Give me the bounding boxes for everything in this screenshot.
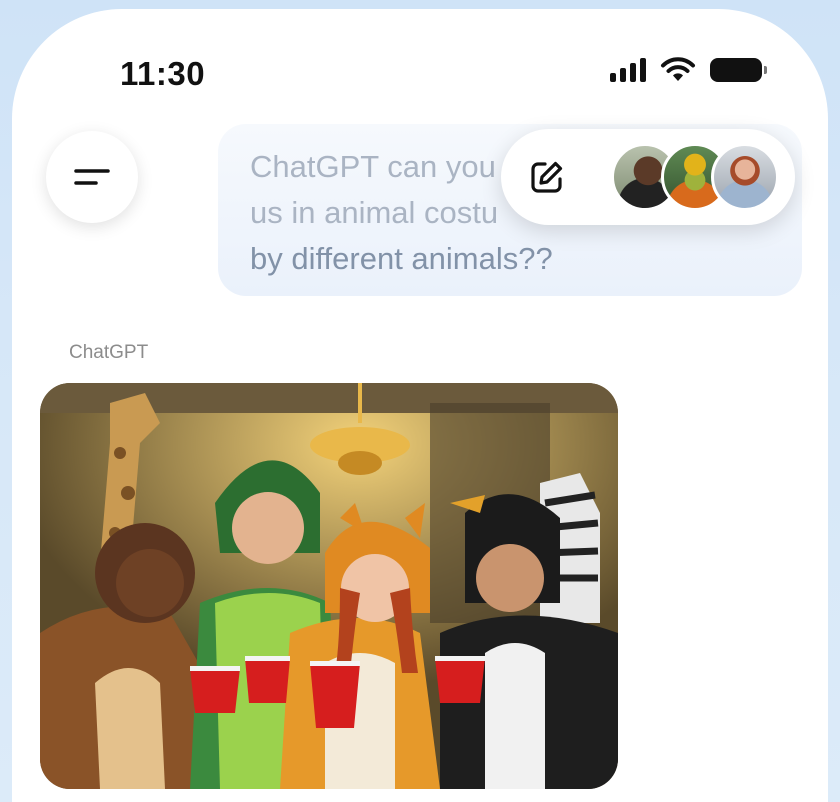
generated-image[interactable] bbox=[40, 383, 618, 789]
status-time: 11:30 bbox=[120, 55, 206, 92]
animal-costume-party-image bbox=[40, 383, 618, 789]
group-chat-pill[interactable] bbox=[501, 129, 795, 225]
phone-screen: 11:30 ChatGPT can you us in animal costu… bbox=[12, 9, 828, 802]
menu-button[interactable] bbox=[46, 131, 138, 223]
avatar bbox=[711, 143, 779, 211]
menu-icon bbox=[74, 169, 110, 185]
status-icons bbox=[610, 57, 767, 83]
assistant-name: ChatGPT bbox=[69, 342, 149, 363]
battery-icon bbox=[710, 58, 767, 82]
user-message-visible: by different animals?? bbox=[250, 241, 553, 276]
new-chat-button[interactable] bbox=[527, 157, 567, 197]
signal-icon bbox=[610, 58, 646, 82]
wifi-icon bbox=[661, 57, 695, 81]
user-message-faded: ChatGPT can you us in animal costu bbox=[250, 149, 499, 230]
compose-icon bbox=[531, 161, 563, 193]
